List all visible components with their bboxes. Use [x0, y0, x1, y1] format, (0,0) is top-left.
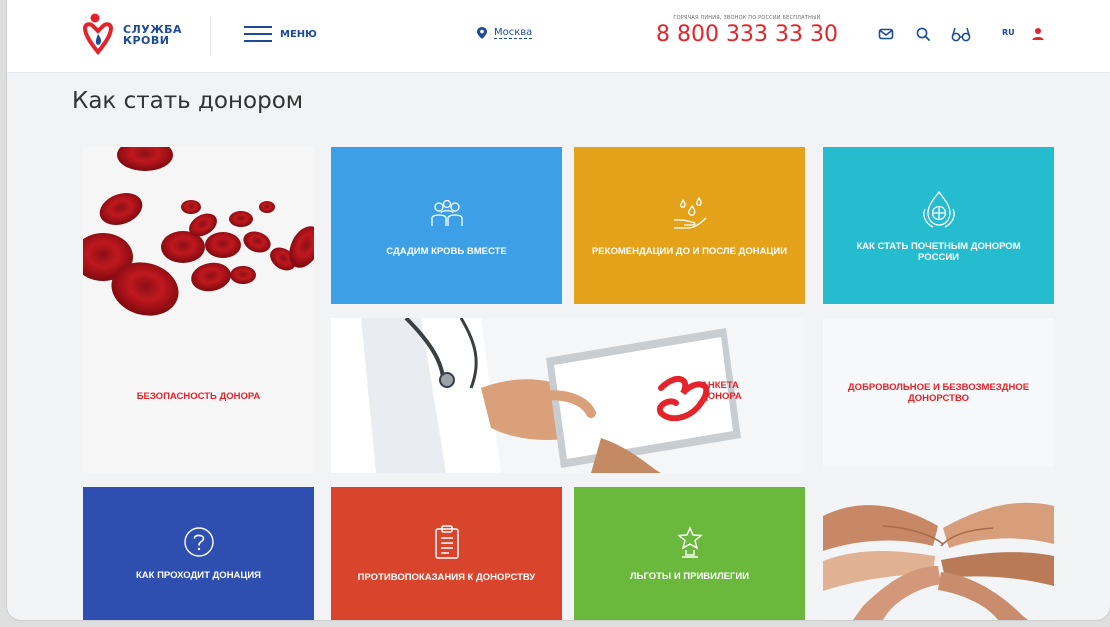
- tile-recommendations-label: РЕКОМЕНДАЦИИ ДО И ПОСЛЕ ДОНАЦИИ: [591, 246, 788, 257]
- site-header: СЛУЖБА КРОВИ МЕНЮ Москва ГОРЯЧАЯ ЛИНИЯ, …: [7, 0, 1110, 73]
- page-title: Как стать донором: [72, 88, 304, 114]
- clipboard-icon: [434, 525, 459, 559]
- menu-button[interactable]: МЕНЮ: [244, 26, 317, 42]
- tile-contraindications-label: ПРОТИВОПОКАЗАНИЯ К ДОНОРСТВУ: [357, 572, 536, 583]
- browser-viewport: СЛУЖБА КРОВИ МЕНЮ Москва ГОРЯЧАЯ ЛИНИЯ, …: [7, 0, 1110, 620]
- hotline-caption: ГОРЯЧАЯ ЛИНИЯ, ЗВОНОК ПО РОССИИ БЕСПЛАТН…: [673, 15, 821, 21]
- hotline-phone[interactable]: 8 800 333 33 30: [656, 22, 838, 47]
- tile-honorary-donor-label: КАК СТАТЬ ПОЧЕТНЫМ ДОНОРОМ РОССИИ: [856, 240, 1021, 263]
- award-star-icon: [676, 526, 703, 558]
- tile-recommendations[interactable]: РЕКОМЕНДАЦИИ ДО И ПОСЛЕ ДОНАЦИИ: [574, 147, 805, 304]
- tile-donor-form-label: АНКЕТА ДОНОРА: [701, 380, 742, 402]
- blood-service-logo-icon: [82, 13, 114, 56]
- header-divider: [210, 16, 211, 56]
- logo-line2: КРОВИ: [123, 34, 170, 47]
- tile-donate-together[interactable]: СДАДИМ КРОВЬ ВМЕСТЕ: [331, 147, 562, 304]
- tile-how-donation-label: КАК ПРОХОДИТ ДОНАЦИЯ: [135, 570, 262, 581]
- blood-cells-image: [83, 147, 314, 316]
- tile-benefits[interactable]: ЛЬГОТЫ И ПРИВИЛЕГИИ: [574, 487, 805, 620]
- hamburger-icon: [244, 26, 272, 42]
- tile-donor-safety-label: БЕЗОПАСНОСТЬ ДОНОРА: [136, 391, 261, 402]
- tile-honorary-donor[interactable]: КАК СТАТЬ ПОЧЕТНЫМ ДОНОРОМ РОССИИ: [823, 147, 1054, 304]
- menu-label: МЕНЮ: [280, 28, 317, 40]
- joined-hands-image: [823, 466, 1054, 620]
- tile-donor-safety[interactable]: БЕЗОПАСНОСТЬ ДОНОРА: [83, 147, 314, 473]
- location-pin-icon: [477, 27, 487, 39]
- tile-contraindications[interactable]: ПРОТИВОПОКАЗАНИЯ К ДОНОРСТВУ: [331, 487, 562, 620]
- tile-how-donation[interactable]: КАК ПРОХОДИТ ДОНАЦИЯ: [83, 487, 314, 620]
- city-label: Москва: [494, 27, 533, 39]
- mail-icon[interactable]: [877, 25, 895, 43]
- accessibility-glasses-icon[interactable]: [950, 25, 972, 43]
- hotline: ГОРЯЧАЯ ЛИНИЯ, ЗВОНОК ПО РОССИИ БЕСПЛАТН…: [656, 15, 838, 47]
- user-icon[interactable]: [1029, 25, 1047, 43]
- question-circle-icon: [183, 527, 214, 557]
- search-icon[interactable]: [914, 25, 932, 43]
- tile-benefits-label: ЛЬГОТЫ И ПРИВИЛЕГИИ: [629, 571, 750, 582]
- tile-donate-together-label: СДАДИМ КРОВЬ ВМЕСТЕ: [386, 246, 507, 257]
- language-switch[interactable]: RU: [1002, 28, 1015, 37]
- emblem-drop-icon: [922, 190, 955, 228]
- tile-voluntary-donation-label: ДОБРОВОЛЬНОЕ И БЕЗВОЗМЕЗДНОЕ ДОНОРСТВО: [847, 382, 1030, 404]
- tile-voluntary-donation[interactable]: ДОБРОВОЛЬНОЕ И БЕЗВОЗМЕЗДНОЕ ДОНОРСТВО: [823, 318, 1054, 620]
- hand-drops-icon: [673, 196, 706, 229]
- city-selector[interactable]: Москва: [477, 27, 533, 39]
- people-group-icon: [430, 199, 463, 226]
- tile-donor-form[interactable]: АНКЕТА ДОНОРА: [331, 318, 804, 473]
- logo[interactable]: СЛУЖБА КРОВИ: [81, 12, 182, 58]
